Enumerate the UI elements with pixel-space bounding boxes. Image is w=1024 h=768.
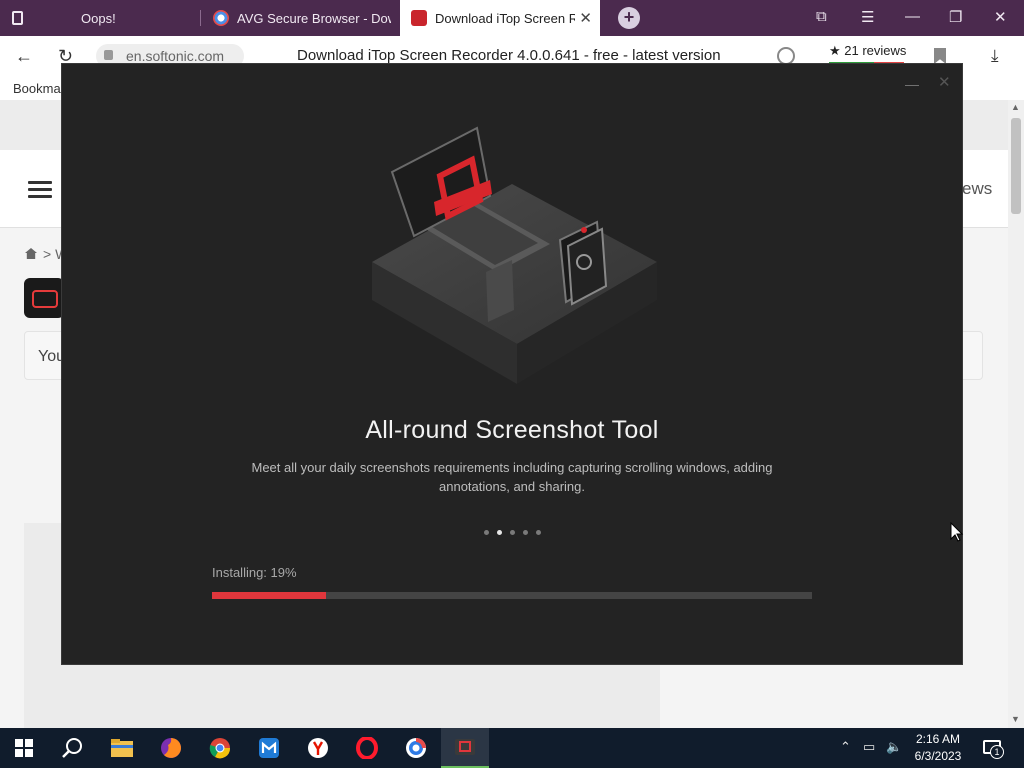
screenshot-tool-illustration [372,126,657,384]
installer-description: Meet all your daily screenshots requirem… [251,460,773,494]
clock-date: 6/3/2023 [914,749,962,763]
notification-count-badge: 1 [990,745,1004,759]
installing-status: Installing: 19% [212,565,297,580]
avg-browser-icon [213,10,229,26]
close-window-icon[interactable]: ✕ [994,8,1007,26]
lock-icon [104,50,113,60]
install-progress-bar [212,592,812,599]
hamburger-menu-icon[interactable] [28,181,52,199]
volume-muted-icon[interactable]: 🔈 [886,739,902,755]
tab-itop-download[interactable]: Download iTop Screen R ✕ [400,0,600,36]
home-icon[interactable] [25,248,37,259]
close-tab-icon[interactable]: ✕ [579,9,592,27]
installer-title: All-round Screenshot Tool [365,416,659,444]
slide-dot[interactable] [483,530,489,535]
reviews-badge: ★ 21 reviews [829,43,907,58]
minimize-icon[interactable]: — [905,8,920,25]
tab-oops[interactable]: Oops! [0,0,200,36]
bookmark-icon[interactable] [934,48,946,64]
maxthon-icon[interactable] [245,728,293,768]
avg-browser-icon[interactable] [392,728,440,768]
opera-icon[interactable] [343,728,391,768]
tab-avg-secure-browser[interactable]: AVG Secure Browser - Dow [201,0,399,36]
yandex-icon[interactable] [294,728,342,768]
scroll-up-arrow-icon[interactable]: ▲ [1011,102,1020,112]
browser-tab-bar: Oops! AVG Secure Browser - Dow Download … [0,0,1024,36]
tab-label: AVG Secure Browser - Dow [237,10,391,26]
taskbar-clock[interactable]: 2:16 AM 6/3/2023 [908,731,968,765]
installer-minimize-icon[interactable]: — [905,76,919,92]
scrollbar-thumb[interactable] [1011,118,1021,214]
header-reviews-link[interactable]: ews [962,179,992,199]
mouse-cursor-icon [950,522,964,542]
itop-icon [411,10,427,26]
installer-window: — ✕ All-round Screenshot Tool Meet all y… [61,63,963,665]
slide-dot[interactable] [509,530,515,535]
page-title: Download iTop Screen Recorder 4.0.0.641 … [297,47,721,64]
windows-start-icon[interactable] [0,728,48,768]
restore-icon[interactable]: ❐ [949,8,962,26]
windows-taskbar: ⌃ ▭ 🔈 2:16 AM 6/3/2023 1 [0,728,1024,768]
tab-label: Oops! [81,10,116,26]
firefox-icon[interactable] [147,728,195,768]
url-text[interactable]: en.softonic.com [126,48,224,64]
new-tab-button[interactable]: + [618,7,640,29]
itop-installer-icon[interactable] [441,728,489,768]
clock-time: 2:16 AM [915,732,961,746]
chrome-icon[interactable] [196,728,244,768]
page-icon [12,11,23,25]
back-icon[interactable]: ← [15,46,33,67]
bookmarks-label[interactable]: Bookma [13,81,61,96]
install-progress-fill [212,592,326,599]
tab-label: Download iTop Screen R [435,10,575,26]
network-icon[interactable]: ▭ [863,739,875,755]
slide-dot[interactable] [535,530,541,535]
download-icon[interactable]: ⤓ [991,46,999,66]
search-icon[interactable] [48,728,96,768]
installer-close-icon[interactable]: ✕ [938,73,951,91]
show-hidden-icons-icon[interactable]: ⌃ [840,739,851,755]
slide-dot[interactable] [522,530,528,535]
slide-dot[interactable] [496,530,502,535]
app-logo-icon [24,278,64,318]
collections-icon[interactable]: ⧉ [816,8,827,25]
menu-icon[interactable]: ☰ [861,8,874,26]
slide-indicator [62,530,962,535]
scroll-down-arrow-icon[interactable]: ▼ [1011,714,1020,724]
file-explorer-icon[interactable] [98,728,146,768]
